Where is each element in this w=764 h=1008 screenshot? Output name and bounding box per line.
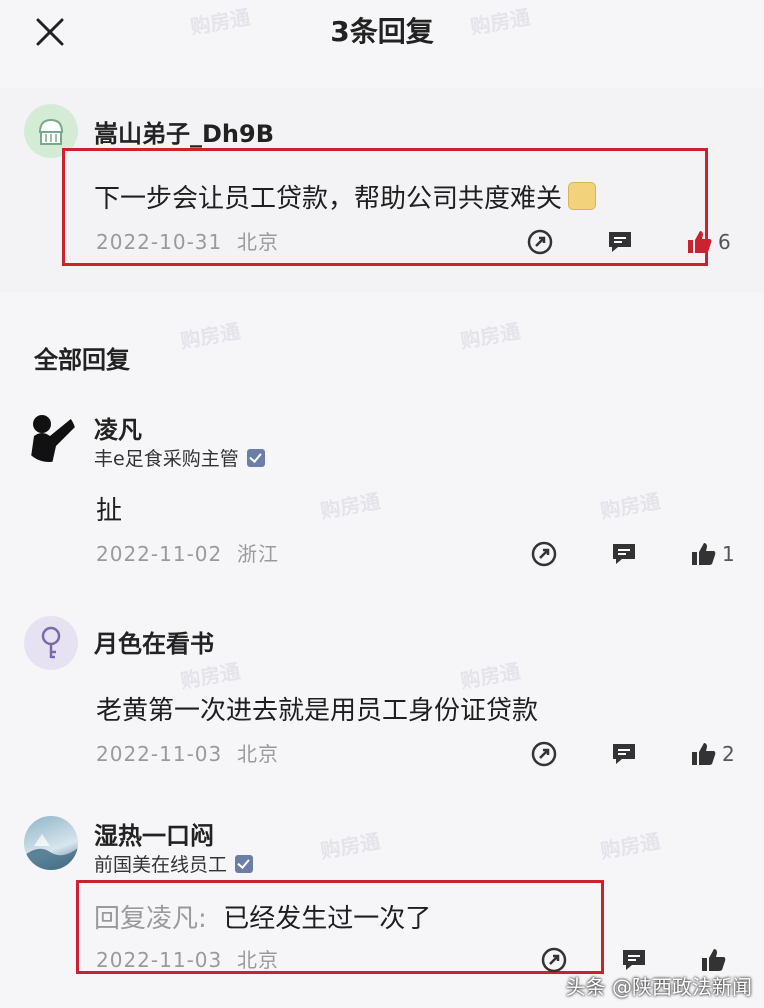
- comment-meta: 2022-11-02 浙江: [96, 542, 279, 566]
- username[interactable]: 嵩山弟子_Dh9B: [94, 114, 274, 149]
- watermark: 购房通: [318, 828, 382, 864]
- share-icon[interactable]: [540, 946, 568, 974]
- username[interactable]: 凌凡: [94, 410, 142, 445]
- user-title: 丰e足食采购主管: [94, 444, 265, 471]
- comment-icon[interactable]: [610, 540, 638, 568]
- username[interactable]: 湿热一口闷: [94, 816, 214, 851]
- watermark: 购房通: [458, 658, 522, 694]
- like-icon[interactable]: [690, 740, 718, 768]
- watermark: 购房通: [598, 488, 662, 524]
- avatar[interactable]: [24, 616, 78, 670]
- header: 3条回复: [0, 0, 764, 68]
- source-watermark: 头条 @陕西政法新闻: [565, 975, 752, 999]
- comment-content: 老黄第一次进去就是用员工身份证贷款: [96, 696, 539, 726]
- watermark: 购房通: [458, 318, 522, 354]
- page-title: 3条回复: [330, 15, 434, 48]
- comment-meta: 2022-10-31 北京: [96, 230, 279, 254]
- watermark: 购房通: [598, 828, 662, 864]
- key-avatar-icon: [41, 626, 61, 659]
- verified-icon: [246, 449, 265, 467]
- like-icon[interactable]: [686, 228, 714, 256]
- avatar[interactable]: [24, 816, 78, 870]
- like-count: 6: [718, 230, 731, 254]
- comment-icon[interactable]: [610, 740, 638, 768]
- avatar[interactable]: [22, 408, 76, 462]
- like-icon[interactable]: [700, 946, 728, 974]
- like-icon[interactable]: [690, 540, 718, 568]
- share-icon[interactable]: [526, 228, 554, 256]
- verified-icon: [235, 855, 254, 873]
- cookie-emoji-icon: [568, 182, 597, 210]
- comment-meta: 2022-11-03 北京: [96, 948, 279, 972]
- watermark: 购房通: [178, 318, 242, 354]
- share-icon[interactable]: [530, 740, 558, 768]
- comment-icon[interactable]: [606, 228, 634, 256]
- comment-meta: 2022-11-03 北京: [96, 742, 279, 766]
- comment-content: 回复凌凡: 已经发生过一次了: [94, 904, 432, 934]
- user-title: 前国美在线员工: [94, 850, 254, 877]
- watermark: 购房通: [178, 658, 242, 694]
- watermark: 购房通: [318, 488, 382, 524]
- share-icon[interactable]: [530, 540, 558, 568]
- comment-content: 下一步会让员工贷款，帮助公司共度难关: [94, 178, 597, 215]
- username[interactable]: 月色在看书: [94, 624, 214, 659]
- silhouette-avatar-icon: [30, 415, 76, 462]
- like-count: 2: [722, 742, 735, 766]
- comment-icon[interactable]: [620, 946, 648, 974]
- landscape-avatar-icon: [24, 834, 78, 870]
- like-count: 1: [722, 542, 735, 566]
- section-title: 全部回复: [34, 346, 130, 374]
- reply-prefix[interactable]: 回复凌凡:: [94, 904, 207, 934]
- comment-content: 扯: [96, 496, 123, 526]
